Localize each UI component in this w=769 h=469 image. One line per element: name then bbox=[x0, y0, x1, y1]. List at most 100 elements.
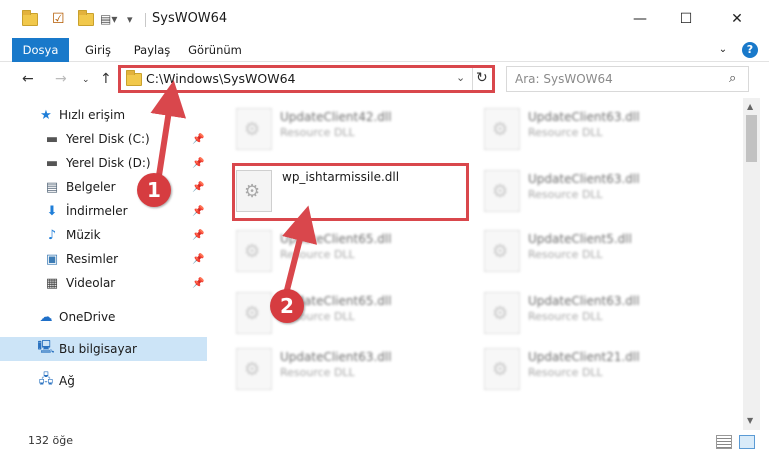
computer-icon: 🖳 bbox=[37, 340, 55, 355]
nav-label: Resimler bbox=[66, 252, 119, 266]
search-box[interactable]: Ara: SysWOW64 ⌕ bbox=[506, 66, 749, 92]
file-item[interactable]: UpdateClient63.dll Resource DLL bbox=[236, 344, 466, 400]
help-icon[interactable]: ? bbox=[742, 42, 758, 58]
details-view-icon[interactable] bbox=[716, 435, 732, 449]
back-arrow-icon[interactable]: ← bbox=[22, 71, 34, 87]
dll-file-icon bbox=[236, 108, 272, 150]
tab-file[interactable]: Dosya bbox=[12, 38, 69, 62]
recent-locations-icon[interactable]: ⌄ bbox=[82, 75, 90, 85]
pin-icon[interactable]: 📌 bbox=[192, 158, 204, 169]
dll-file-icon bbox=[236, 230, 272, 272]
file-item[interactable]: UpdateClient65.dll Resource DLL bbox=[236, 226, 466, 282]
file-list: UpdateClient42.dll Resource DLL UpdateCl… bbox=[208, 98, 743, 430]
file-name: UpdateClient63.dll bbox=[528, 294, 640, 308]
nav-label: Müzik bbox=[66, 228, 101, 242]
dll-file-icon bbox=[484, 108, 520, 150]
tab-share[interactable]: Paylaş bbox=[126, 38, 178, 62]
file-item[interactable]: UpdateClient5.dll Resource DLL bbox=[484, 226, 714, 282]
pin-icon[interactable]: 📌 bbox=[192, 206, 204, 217]
nav-local-disk-c[interactable]: ▬ Yerel Disk (C:) 📌 bbox=[0, 127, 207, 151]
star-icon: ★ bbox=[40, 107, 52, 123]
title-separator bbox=[145, 13, 146, 27]
item-count: 132 öğe bbox=[28, 434, 73, 447]
dll-file-icon bbox=[484, 292, 520, 334]
scroll-up-icon[interactable]: ▲ bbox=[747, 102, 753, 111]
nav-label: Videolar bbox=[66, 276, 116, 290]
pin-icon[interactable]: 📌 bbox=[192, 254, 204, 265]
scroll-down-icon[interactable]: ▼ bbox=[747, 416, 753, 425]
nav-videos[interactable]: ▦ Videolar 📌 bbox=[0, 271, 207, 295]
file-name: UpdateClient63.dll bbox=[528, 172, 640, 186]
pin-icon[interactable]: 📌 bbox=[192, 230, 204, 241]
nav-label: Bu bilgisayar bbox=[59, 342, 137, 356]
file-item[interactable]: UpdateClient65.dll Resource DLL bbox=[236, 288, 466, 344]
view-menu-icon[interactable]: ▤▾ bbox=[100, 10, 117, 28]
status-bar: 132 öğe bbox=[0, 430, 769, 452]
file-type: Resource DLL bbox=[528, 188, 603, 201]
file-item[interactable]: UpdateClient63.dll Resource DLL bbox=[484, 288, 714, 344]
search-icon[interactable]: ⌕ bbox=[729, 71, 736, 86]
tab-home[interactable]: Giriş bbox=[78, 38, 118, 62]
nav-label: OneDrive bbox=[59, 310, 116, 324]
minimize-button[interactable]: — bbox=[617, 0, 663, 38]
properties-icon[interactable]: ☑ bbox=[52, 10, 65, 28]
pin-icon[interactable]: 📌 bbox=[192, 134, 204, 145]
scroll-thumb[interactable] bbox=[746, 115, 757, 162]
cloud-icon: ☁ bbox=[39, 309, 53, 325]
file-item[interactable]: UpdateClient21.dll Resource DLL bbox=[484, 344, 714, 400]
drive-icon: ▬ bbox=[45, 155, 59, 171]
file-type: Resource DLL bbox=[280, 366, 355, 379]
dll-file-icon bbox=[236, 348, 272, 390]
file-type: Resource DLL bbox=[528, 310, 603, 323]
dll-file-icon bbox=[484, 230, 520, 272]
file-type: Resource DLL bbox=[280, 126, 355, 139]
file-name: UpdateClient65.dll bbox=[280, 232, 392, 246]
nav-network[interactable]: 🖧 Ağ bbox=[0, 369, 207, 393]
up-arrow-icon[interactable]: ↑ bbox=[100, 71, 112, 87]
pin-icon[interactable]: 📌 bbox=[192, 182, 204, 193]
documents-icon: ▤ bbox=[45, 179, 59, 195]
file-name: UpdateClient5.dll bbox=[528, 232, 632, 246]
expand-ribbon-icon[interactable]: ⌄ bbox=[714, 38, 732, 62]
file-name: UpdateClient21.dll bbox=[528, 350, 640, 364]
file-item[interactable]: UpdateClient63.dll Resource DLL bbox=[484, 104, 714, 160]
nav-onedrive[interactable]: ☁ OneDrive bbox=[0, 305, 207, 329]
address-bar-highlight bbox=[118, 65, 495, 93]
file-highlight bbox=[232, 163, 469, 221]
file-item[interactable]: UpdateClient42.dll Resource DLL bbox=[236, 104, 466, 160]
dll-file-icon bbox=[484, 170, 520, 212]
close-button[interactable]: ✕ bbox=[714, 0, 760, 38]
nav-quick-access[interactable]: ★ Hızlı erişim bbox=[0, 103, 207, 127]
nav-pictures[interactable]: ▣ Resimler 📌 bbox=[0, 247, 207, 271]
maximize-button[interactable]: ☐ bbox=[663, 0, 709, 38]
nav-label: Ağ bbox=[59, 374, 75, 388]
nav-downloads[interactable]: ⬇ İndirmeler 📌 bbox=[0, 199, 207, 223]
nav-label: Hızlı erişim bbox=[59, 108, 126, 122]
nav-label: Yerel Disk (C:) bbox=[66, 132, 150, 146]
customize-quick-access-icon[interactable]: ▾ bbox=[127, 10, 133, 28]
nav-label: Belgeler bbox=[66, 180, 116, 194]
drive-icon: ▬ bbox=[45, 131, 59, 147]
nav-music[interactable]: ♪ Müzik 📌 bbox=[0, 223, 207, 247]
pin-icon[interactable]: 📌 bbox=[192, 278, 204, 289]
file-item[interactable]: UpdateClient63.dll Resource DLL bbox=[484, 166, 714, 222]
music-icon: ♪ bbox=[47, 227, 57, 243]
forward-arrow-icon[interactable]: → bbox=[55, 71, 67, 87]
download-icon: ⬇ bbox=[46, 203, 58, 219]
nav-this-pc[interactable]: 🖳 Bu bilgisayar bbox=[0, 337, 207, 361]
tab-view[interactable]: Görünüm bbox=[186, 38, 244, 62]
file-name: UpdateClient63.dll bbox=[280, 350, 392, 364]
large-icons-view-icon[interactable] bbox=[739, 435, 755, 449]
dll-file-icon bbox=[484, 348, 520, 390]
file-type: Resource DLL bbox=[528, 366, 603, 379]
window-title: SysWOW64 bbox=[152, 11, 228, 26]
file-name: UpdateClient42.dll bbox=[280, 110, 392, 124]
step-2-badge: 2 bbox=[270, 289, 304, 323]
navigation-pane: ★ Hızlı erişim ▬ Yerel Disk (C:) 📌 ▬ Yer… bbox=[0, 98, 207, 430]
ribbon: Dosya Giriş Paylaş Görünüm ⌄ ? bbox=[0, 38, 769, 62]
new-folder-icon[interactable] bbox=[78, 9, 94, 28]
folder-icon bbox=[22, 9, 38, 28]
nav-documents[interactable]: ▤ Belgeler 📌 bbox=[0, 175, 207, 199]
nav-local-disk-d[interactable]: ▬ Yerel Disk (D:) 📌 bbox=[0, 151, 207, 175]
videos-icon: ▦ bbox=[45, 275, 59, 291]
